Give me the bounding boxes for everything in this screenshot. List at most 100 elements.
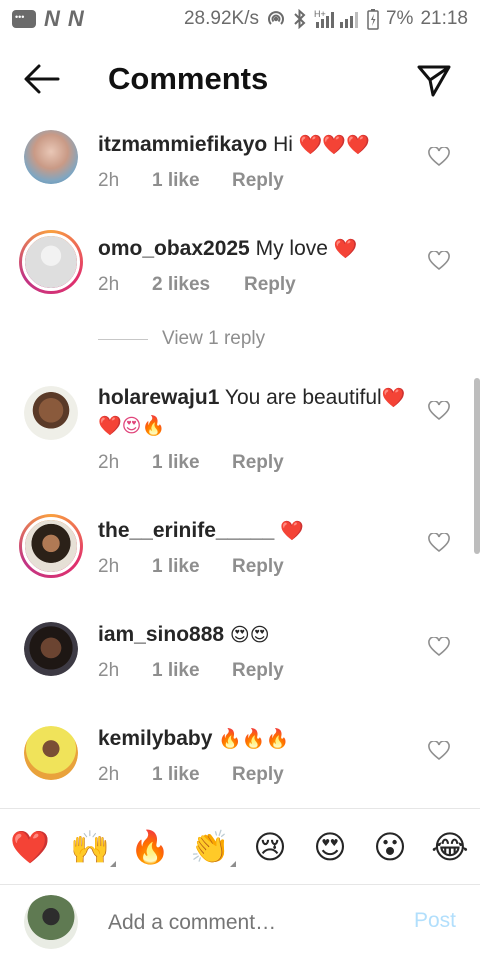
comment-composer: Post bbox=[0, 884, 480, 960]
comments-list[interactable]: itzmammiefikayo Hi ❤️❤️❤️ 2h 1 like Repl… bbox=[0, 118, 480, 808]
heart-outline-icon bbox=[428, 636, 450, 657]
comment-meta: 2h 1 like Reply bbox=[98, 556, 284, 578]
network-speed: 28.92K/s bbox=[183, 8, 259, 29]
surprised-emoji-button[interactable]: 😮 bbox=[370, 827, 410, 867]
like-comment-button[interactable] bbox=[428, 400, 450, 421]
comment-time: 2h bbox=[98, 764, 120, 785]
reply-button[interactable]: Reply bbox=[232, 764, 284, 786]
raised-hands-emoji-button[interactable]: 🙌 bbox=[70, 827, 116, 867]
clock: 21:18 bbox=[420, 8, 468, 29]
avatar[interactable] bbox=[24, 130, 78, 184]
crying-emoji-button[interactable]: 😢 bbox=[250, 827, 290, 867]
heart-emoji-button[interactable]: ❤️ bbox=[10, 827, 50, 867]
n-notification-icon-2: N bbox=[67, 6, 84, 31]
comment-meta: 2h 1 like Reply bbox=[98, 170, 284, 192]
comment-meta: 2h 1 like Reply bbox=[98, 452, 284, 474]
clap-emoji: 👏 bbox=[190, 828, 230, 866]
back-arrow-icon bbox=[24, 64, 60, 94]
comment-body: My love bbox=[255, 237, 328, 260]
battery-percent: 7% bbox=[385, 8, 414, 29]
heart-outline-icon bbox=[428, 532, 450, 553]
comment-username[interactable]: iam_sino888 bbox=[98, 623, 224, 646]
comment-likes[interactable]: 1 like bbox=[152, 452, 232, 474]
hotspot-icon bbox=[266, 9, 286, 29]
status-left: N N bbox=[12, 6, 84, 32]
back-button[interactable] bbox=[22, 62, 62, 96]
reply-button[interactable]: Reply bbox=[232, 170, 284, 192]
avatar-story-ring[interactable] bbox=[19, 514, 83, 578]
reply-button[interactable]: Reply bbox=[244, 274, 296, 296]
comment-meta: 2h 2 likes Reply bbox=[98, 274, 296, 296]
comment-time: 2h bbox=[98, 660, 120, 681]
like-comment-button[interactable] bbox=[428, 636, 450, 657]
like-comment-button[interactable] bbox=[428, 250, 450, 271]
comment-time: 2h bbox=[98, 274, 120, 295]
comment-text: holarewaju1 You are beautiful❤️❤️😍🔥 bbox=[98, 384, 418, 440]
view-replies-label: View 1 reply bbox=[162, 328, 266, 349]
comment-emoji: 🔥🔥🔥 bbox=[218, 728, 290, 750]
comment-text: the__erinife_____ ❤️ bbox=[98, 517, 418, 545]
svg-text:H+: H+ bbox=[314, 9, 326, 19]
comment-emoji: ❤️ bbox=[333, 238, 358, 260]
avatar[interactable] bbox=[24, 386, 78, 440]
like-comment-button[interactable] bbox=[428, 146, 450, 167]
like-comment-button[interactable] bbox=[428, 532, 450, 553]
share-button[interactable] bbox=[416, 62, 452, 98]
heart-outline-icon bbox=[428, 250, 450, 271]
clap-emoji-button[interactable]: 👏 bbox=[190, 827, 236, 867]
comment-time: 2h bbox=[98, 170, 120, 191]
comment-likes[interactable]: 1 like bbox=[152, 170, 232, 192]
comment-text: kemilybaby 🔥🔥🔥 bbox=[98, 725, 418, 753]
comment-username[interactable]: kemilybaby bbox=[98, 727, 212, 750]
my-avatar bbox=[24, 895, 78, 949]
battery-charging-icon bbox=[367, 8, 379, 30]
like-comment-button[interactable] bbox=[428, 740, 450, 761]
comment-likes[interactable]: 1 like bbox=[152, 556, 232, 578]
post-button[interactable]: Post bbox=[414, 909, 456, 933]
reply-button[interactable]: Reply bbox=[232, 556, 284, 578]
status-right: 28.92K/s H+ 7% 21:18 bbox=[184, 8, 468, 30]
laughing-emoji-button[interactable]: 😂 bbox=[430, 827, 470, 867]
n-notification-icon: N bbox=[44, 6, 60, 31]
message-notification-icon bbox=[12, 10, 36, 28]
heart-outline-icon bbox=[428, 146, 450, 167]
comment-username[interactable]: omo_obax2025 bbox=[98, 237, 250, 260]
page-title: Comments bbox=[108, 61, 269, 96]
comment-meta: 2h 1 like Reply bbox=[98, 660, 284, 682]
avatar[interactable] bbox=[24, 726, 78, 780]
heart-outline-icon bbox=[428, 740, 450, 761]
view-replies-button[interactable]: View 1 reply bbox=[98, 328, 265, 350]
comment-time: 2h bbox=[98, 452, 120, 473]
comment-username[interactable]: itzmammiefikayo bbox=[98, 133, 267, 156]
scrollbar[interactable] bbox=[474, 378, 480, 554]
comment-body: Hi bbox=[273, 133, 293, 156]
comment-emoji: 😍😍 bbox=[229, 624, 270, 646]
comment-meta: 2h 1 like Reply bbox=[98, 764, 284, 786]
bluetooth-icon bbox=[293, 9, 307, 29]
raised-hands-emoji: 🙌 bbox=[70, 828, 110, 866]
comment-likes[interactable]: 1 like bbox=[152, 764, 232, 786]
replies-divider bbox=[98, 338, 148, 340]
comment-emoji: ❤️ bbox=[280, 520, 304, 542]
fire-emoji-button[interactable]: 🔥 bbox=[130, 827, 170, 867]
comment-time: 2h bbox=[98, 556, 120, 577]
comment-text: omo_obax2025 My love ❤️ bbox=[98, 235, 418, 263]
comment-body: You are beautiful bbox=[224, 386, 382, 409]
comment-text: itzmammiefikayo Hi ❤️❤️❤️ bbox=[98, 131, 418, 159]
avatar-story-ring[interactable] bbox=[19, 230, 83, 294]
heart-eyes-emoji-button[interactable]: 😍 bbox=[310, 827, 350, 867]
header: Comments bbox=[0, 48, 480, 112]
comment-text: iam_sino888 😍😍 bbox=[98, 621, 418, 649]
signal-icon: H+ bbox=[314, 8, 360, 30]
avatar[interactable] bbox=[24, 622, 78, 676]
comment-likes[interactable]: 1 like bbox=[152, 660, 232, 682]
comment-username[interactable]: the__erinife_____ bbox=[98, 519, 274, 542]
paper-plane-icon bbox=[417, 65, 451, 97]
comment-likes[interactable]: 2 likes bbox=[152, 274, 244, 296]
reply-button[interactable]: Reply bbox=[232, 660, 284, 682]
heart-outline-icon bbox=[428, 400, 450, 421]
comment-input[interactable] bbox=[108, 907, 378, 939]
comment-username[interactable]: holarewaju1 bbox=[98, 386, 219, 409]
emoji-quick-bar: ❤️ 🙌 🔥 👏 😢 😍 😮 😂 bbox=[0, 808, 480, 884]
reply-button[interactable]: Reply bbox=[232, 452, 284, 474]
